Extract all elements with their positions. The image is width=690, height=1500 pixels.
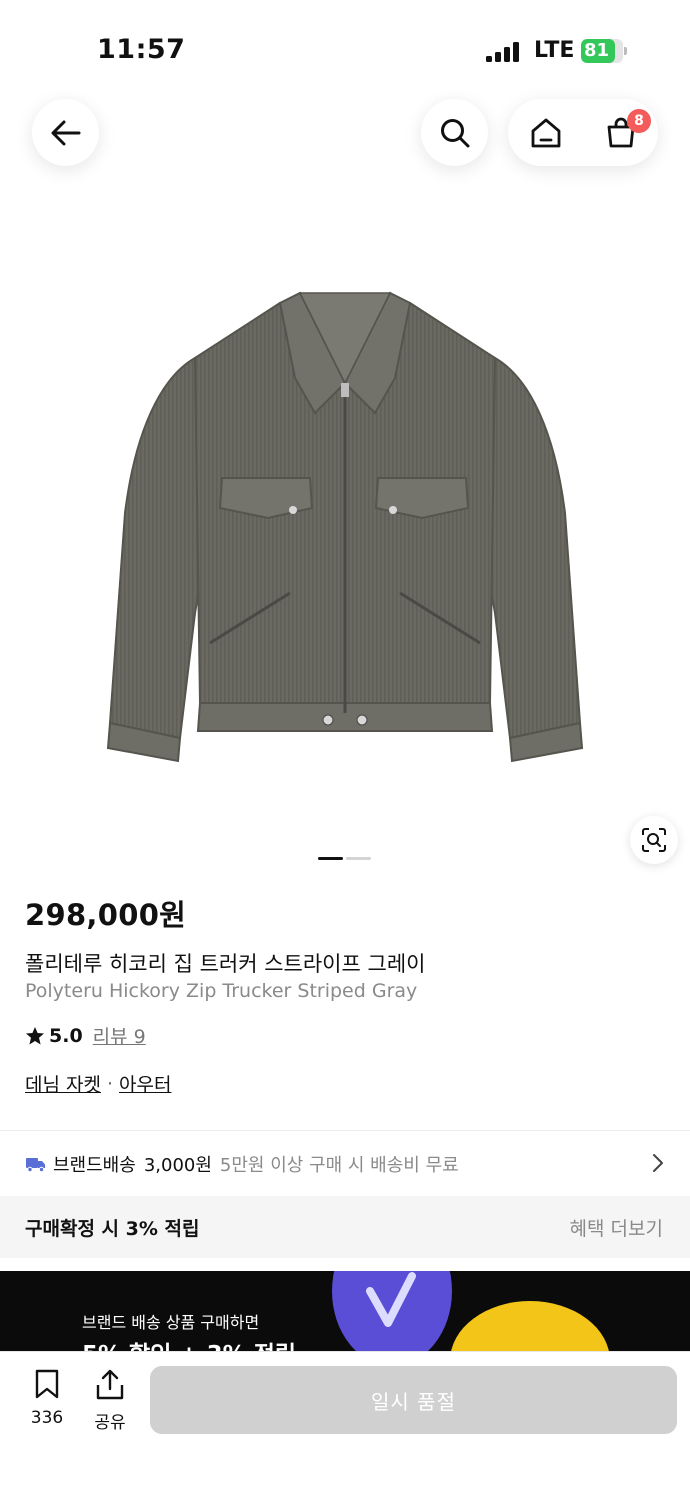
product-image-gallery[interactable] — [0, 225, 690, 835]
sold-out-button[interactable]: 일시 품절 — [150, 1366, 677, 1434]
coin-graphic — [332, 1271, 609, 1351]
product-image — [106, 291, 584, 763]
search-button[interactable] — [421, 99, 488, 166]
product-price: 298,000원 — [25, 898, 187, 932]
rating-row: 5.0 리뷰 9 — [25, 1022, 146, 1049]
pagination-dot — [346, 857, 371, 860]
bookmark-icon — [35, 1369, 59, 1399]
product-name-english: Polyteru Hickory Zip Trucker Striped Gra… — [25, 980, 418, 1002]
back-button[interactable] — [32, 99, 99, 166]
cart-button[interactable] — [583, 99, 658, 166]
home-icon — [531, 118, 560, 147]
benefit-row: 구매확정 시 3% 적립 혜택 더보기 — [0, 1196, 690, 1258]
shipping-info-row[interactable]: 브랜드배송 3,000원 5만원 이상 구매 시 배송비 무료 — [25, 1150, 665, 1178]
share-icon — [96, 1369, 124, 1400]
bookmark-count: 336 — [30, 1408, 64, 1428]
bottom-action-bar: 336 공유 일시 품절 — [0, 1351, 690, 1500]
search-icon — [440, 118, 469, 147]
category-separator: · — [106, 1072, 114, 1095]
status-bar: 11:57 LTE 81 — [0, 0, 690, 100]
image-search-button[interactable] — [630, 816, 678, 864]
image-search-icon — [642, 828, 666, 852]
signal-icon — [486, 42, 520, 62]
status-time: 11:57 — [97, 34, 186, 65]
rating-score: 5.0 — [49, 1024, 83, 1047]
product-name-korean: 폴리테루 히코리 집 트러커 스트라이프 그레이 — [25, 952, 426, 976]
category-breadcrumb: 데님 자켓 · 아우터 — [25, 1070, 171, 1097]
battery-percent: 81 — [584, 40, 610, 61]
promo-banner[interactable]: 브랜드 배송 상품 구매하면 5% 할인 + 3% 적립 — [0, 1271, 690, 1351]
share-button[interactable]: 공유 — [85, 1368, 135, 1433]
shipping-fee: 3,000원 — [143, 1155, 212, 1176]
divider — [0, 1130, 690, 1131]
arrow-left-icon — [51, 120, 80, 145]
pagination-dot-active — [318, 857, 343, 860]
home-button[interactable] — [508, 99, 583, 166]
bookmark-button[interactable]: 336 — [22, 1368, 72, 1428]
category-link-outer[interactable]: 아우터 — [119, 1070, 171, 1097]
shipping-note: 5만원 이상 구매 시 배송비 무료 — [219, 1155, 459, 1176]
share-label: 공유 — [94, 1413, 126, 1433]
battery-icon: 81 — [581, 39, 627, 63]
shipping-type: 브랜드배송 — [53, 1155, 136, 1176]
banner-line-1: 브랜드 배송 상품 구매하면 — [82, 1313, 260, 1332]
star-icon — [26, 1026, 44, 1044]
truck-icon — [26, 1158, 45, 1173]
points-benefit: 구매확정 시 3% 적립 — [25, 1218, 200, 1240]
category-link-denim-jacket[interactable]: 데님 자켓 — [25, 1070, 101, 1097]
review-link[interactable]: 리뷰 9 — [93, 1022, 146, 1049]
network-label: LTE — [534, 38, 575, 63]
more-benefits-link[interactable]: 혜택 더보기 — [570, 1214, 663, 1241]
chevron-right-icon — [653, 1154, 663, 1172]
cart-count-badge: 8 — [627, 109, 651, 133]
banner-line-2: 5% 할인 + 3% 적립 — [82, 1335, 296, 1351]
